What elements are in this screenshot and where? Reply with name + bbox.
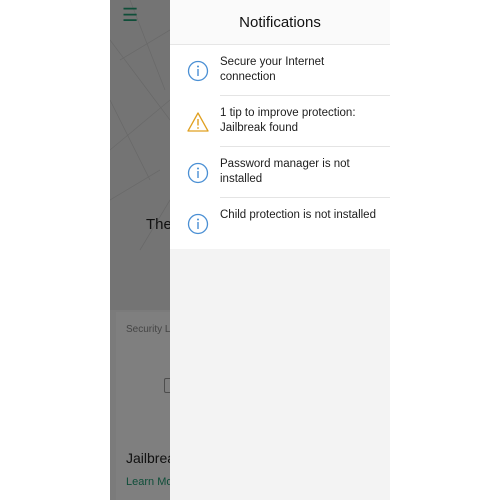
notification-text: 1 tip to improve protection: Jailbreak f… (220, 107, 356, 134)
warning-icon (187, 112, 209, 132)
notification-item[interactable]: Secure your Internet connection (170, 45, 390, 96)
notification-text: Child protection is not installed (220, 209, 376, 221)
notification-item[interactable]: 1 tip to improve protection: Jailbreak f… (170, 96, 390, 147)
phone-screen: ☰ The Security L Jailbrea Learn Mo Notif… (110, 0, 390, 500)
notification-text: Secure your Internet connection (220, 56, 325, 83)
info-icon (187, 60, 209, 82)
notification-item[interactable]: Child protection is not installed (170, 198, 390, 249)
info-icon (187, 162, 209, 184)
notifications-title: Notifications (239, 13, 321, 31)
notifications-panel: Notifications Secure your Internet conne… (170, 0, 390, 500)
info-icon (187, 213, 209, 235)
notifications-header: Notifications (170, 0, 390, 45)
notification-text: Password manager is not installed (220, 158, 350, 185)
notification-item[interactable]: Password manager is not installed (170, 147, 390, 198)
notifications-list: Secure your Internet connection 1 tip to… (170, 45, 390, 249)
